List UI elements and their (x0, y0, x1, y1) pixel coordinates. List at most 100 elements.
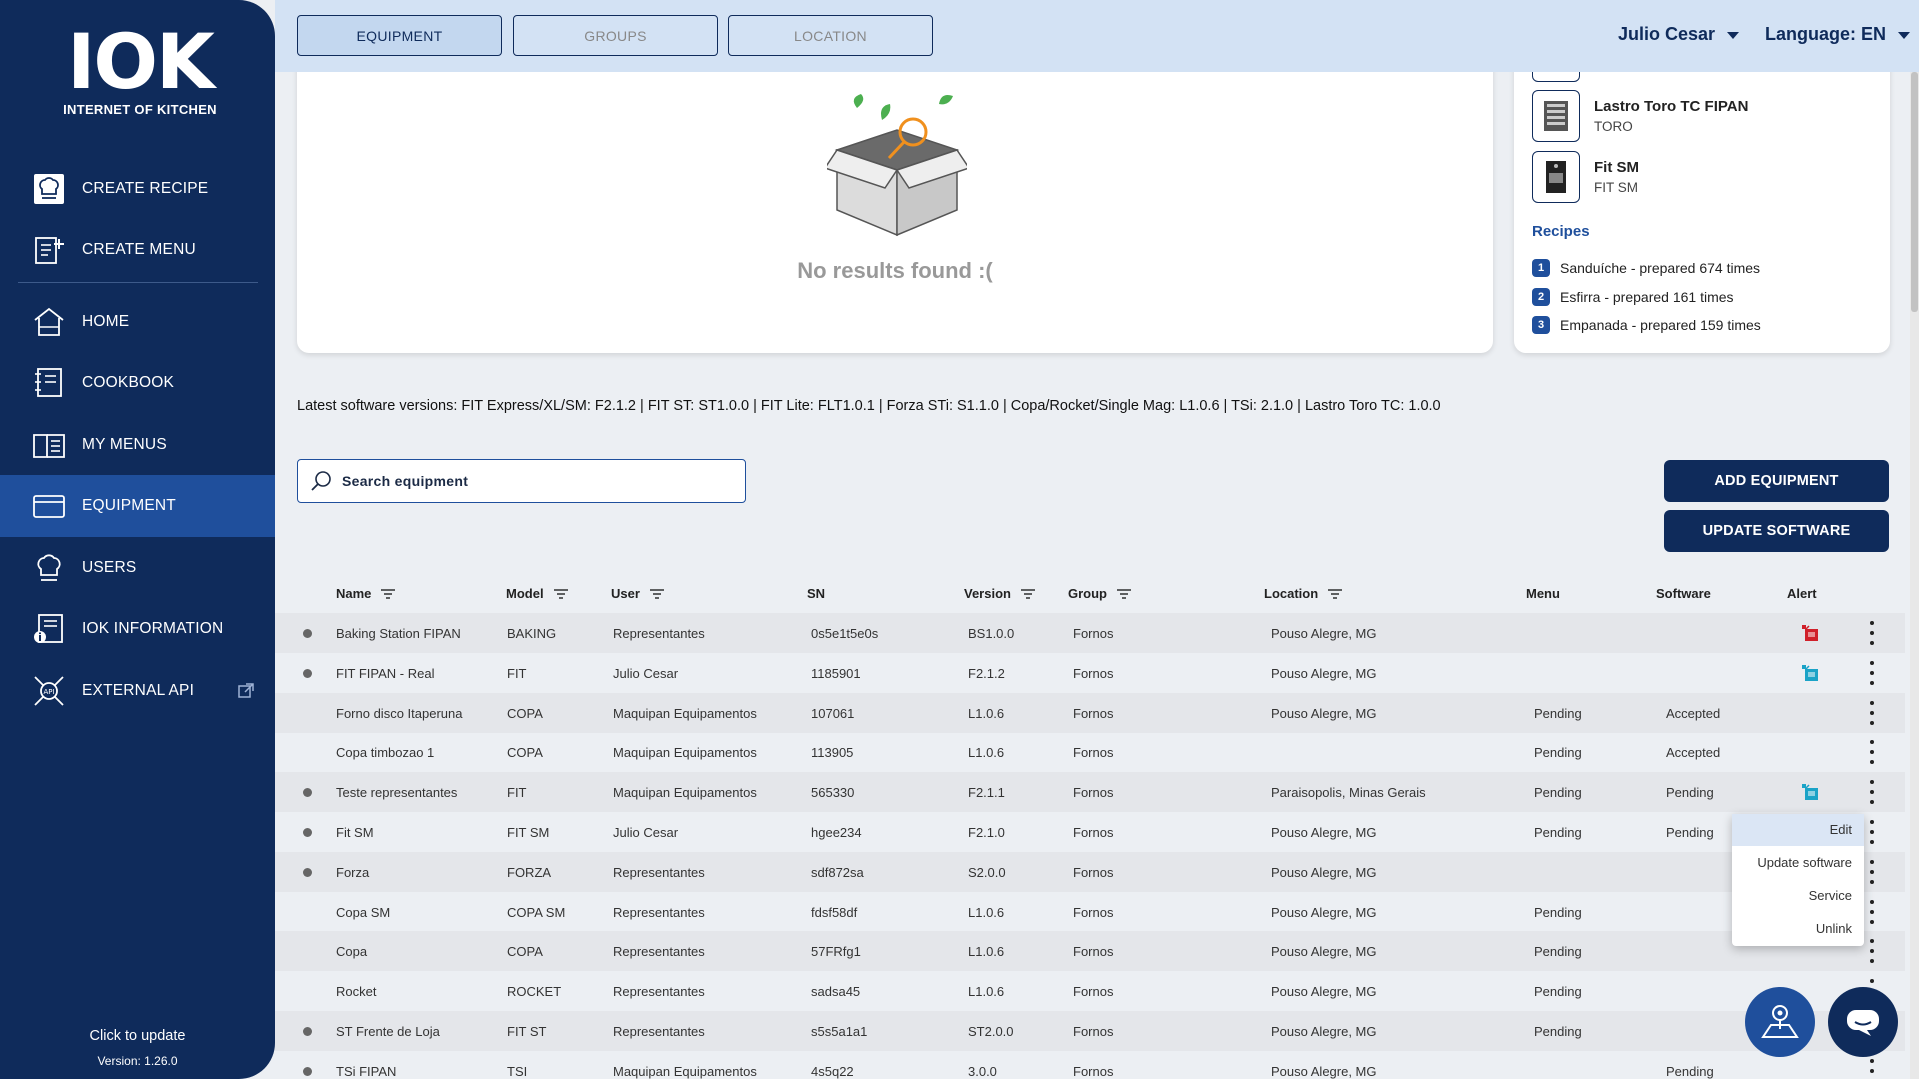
filter-icon[interactable] (381, 588, 396, 599)
cell-user: Maquipan Equipamentos (613, 745, 757, 761)
sidebar-item-cookbook[interactable]: COOKBOOK (0, 352, 275, 414)
tab-groups[interactable]: GROUPS (513, 15, 718, 56)
chat-button[interactable] (1828, 987, 1898, 1057)
cell-version: L1.0.6 (968, 944, 1005, 960)
cell-location: Pouso Alegre, MG (1271, 825, 1377, 840)
table-row[interactable]: Baking Station FIPAN BAKING Representantes… (275, 613, 1905, 653)
map-button[interactable] (1745, 987, 1815, 1057)
cell-group: Fornos (1073, 904, 1114, 920)
tab-location[interactable]: LOCATION (728, 15, 933, 56)
menu-item-unlink[interactable]: Unlink (1732, 913, 1864, 945)
more-options-icon[interactable] (1868, 740, 1876, 765)
table-row[interactable]: Forza FORZA Representantes sdf872sa S2.0.0 Fo… (275, 851, 1905, 892)
info-icon (32, 612, 66, 646)
column-header-model[interactable]: Model (506, 586, 568, 601)
scrollbar-thumb[interactable] (1911, 72, 1918, 312)
table-row[interactable]: ST Frente de Loja FIT ST Representantes s5s… (275, 1011, 1905, 1051)
panel-equipment-brand: TORO (1594, 119, 1633, 134)
sidebar-item-create-menu[interactable]: CREATE MENU (0, 219, 275, 281)
kebab-dot (1870, 1058, 1874, 1063)
svg-text:API: API (43, 688, 54, 696)
sidebar-item-users[interactable]: USERS (0, 537, 275, 599)
column-header-alert: Alert (1787, 586, 1817, 601)
add-equipment-button[interactable]: ADD EQUIPMENT (1664, 460, 1889, 502)
cell-name: Copa (336, 944, 368, 960)
update-link[interactable]: Click to update (0, 1028, 275, 1044)
menu-item-service[interactable]: Service (1732, 880, 1864, 912)
table-row[interactable]: Rocket ROCKET Representantes sadsa45 L1.0.6 F… (275, 971, 1905, 1011)
filter-icon[interactable] (553, 588, 568, 599)
table-row[interactable]: Teste representantes FIT Maquipan Equipame… (275, 772, 1905, 813)
cell-menu: Pending (1534, 904, 1582, 920)
filter-icon[interactable] (1020, 588, 1035, 599)
table-row[interactable]: Copa timbozao 1 COPA Maquipan Equipamentos… (275, 732, 1905, 772)
kebab-dot (1870, 869, 1874, 874)
table-row[interactable]: Copa COPA Representantes 57FRfg1 L1.0.6 Forno… (275, 931, 1905, 972)
more-options-icon[interactable] (1868, 660, 1876, 685)
more-options-icon[interactable] (1868, 780, 1876, 805)
update-software-button[interactable]: UPDATE SOFTWARE (1664, 510, 1889, 552)
alert-icon[interactable] (1799, 782, 1821, 802)
cell-version: F2.1.2 (968, 665, 1005, 681)
table-row[interactable]: TSi FIPAN TSI Maquipan Equipamentos 4s5q22 3… (275, 1051, 1905, 1079)
column-header-version[interactable]: Version (964, 586, 1035, 601)
cell-version: L1.0.6 (968, 984, 1005, 1000)
search-box[interactable] (297, 459, 746, 503)
filter-icon[interactable] (1328, 588, 1343, 599)
table-row[interactable]: Copa SM COPA SM Representantes fdsf58df L1.0… (275, 892, 1905, 932)
search-input[interactable] (342, 473, 722, 489)
more-options-icon[interactable] (1868, 859, 1876, 884)
panel-equipment-item[interactable]: Lastro Toro TC FIPAN TORO (1532, 90, 1872, 142)
sidebar-item-label: HOME (82, 313, 130, 330)
language-selector[interactable]: Language: EN (1765, 24, 1911, 45)
table-row[interactable]: Forno disco Itaperuna COPA Maquipan Equipa… (275, 692, 1905, 733)
map-location-icon (1761, 1005, 1799, 1038)
column-label: User (611, 586, 640, 601)
cell-location: Pouso Alegre, MG (1271, 864, 1377, 880)
cell-user: Representantes (613, 864, 705, 880)
sidebar-item-iok-information[interactable]: IOK INFORMATION (0, 598, 275, 660)
cell-user: Representantes (613, 1024, 705, 1039)
alert-icon[interactable] (1799, 623, 1821, 643)
iok-logo[interactable]: IOK INTERNET OF KITCHEN (60, 24, 220, 118)
more-options-icon[interactable] (1868, 939, 1876, 964)
cell-sn: 1185901 (811, 665, 861, 681)
sidebar-item-equipment[interactable]: EQUIPMENT (0, 475, 275, 537)
cell-menu: Pending (1534, 1024, 1582, 1039)
more-options-icon[interactable] (1868, 820, 1876, 844)
column-label: Alert (1787, 586, 1817, 601)
cell-version: S2.0.0 (968, 864, 1006, 880)
sidebar-item-my-menus[interactable]: MY MENUS (0, 414, 275, 476)
column-header-group[interactable]: Group (1068, 586, 1131, 601)
more-options-icon[interactable] (1868, 899, 1876, 924)
cell-group: Fornos (1073, 825, 1114, 840)
menu-item-edit[interactable]: Edit (1732, 814, 1864, 846)
sidebar-item-external-api[interactable]: API EXTERNAL API (0, 660, 275, 722)
panel-equipment-item[interactable]: Fit SM FIT SM (1532, 151, 1872, 203)
kebab-dot (1870, 670, 1874, 675)
table-row[interactable]: FIT FIPAN - Real FIT Julio Cesar 1185901 F2.… (275, 653, 1905, 693)
more-options-icon[interactable] (1868, 1058, 1876, 1079)
more-options-icon[interactable] (1868, 621, 1876, 645)
cell-sn: s5s5a1a1 (811, 1024, 868, 1039)
more-options-icon[interactable] (1868, 700, 1876, 725)
cell-name: ST Frente de Loja (336, 1024, 440, 1039)
tab-equipment[interactable]: EQUIPMENT (297, 15, 502, 56)
cell-location: Pouso Alegre, MG (1271, 1063, 1377, 1079)
filter-icon[interactable] (649, 588, 664, 599)
column-label: Software (1656, 586, 1711, 601)
column-header-location[interactable]: Location (1264, 586, 1343, 601)
column-header-user[interactable]: User (611, 586, 664, 601)
status-dot (303, 1027, 312, 1036)
kebab-dot (1870, 740, 1874, 745)
alert-icon[interactable] (1799, 663, 1821, 683)
table-row[interactable]: Fit SM FIT SM Julio Cesar hgee234 F2.1.0 Forn… (275, 812, 1905, 852)
filter-icon[interactable] (1117, 588, 1131, 599)
sidebar-item-home[interactable]: HOME (0, 291, 275, 353)
sidebar-item-create-recipe[interactable]: CREATE RECIPE (0, 158, 275, 220)
cell-name: Rocket (336, 984, 377, 1000)
menu-item-update-software[interactable]: Update software (1732, 847, 1864, 879)
column-header-name[interactable]: Name (336, 586, 396, 601)
sidebar-item-label: EXTERNAL API (82, 682, 195, 699)
user-menu[interactable]: Julio Cesar (1618, 24, 1740, 45)
